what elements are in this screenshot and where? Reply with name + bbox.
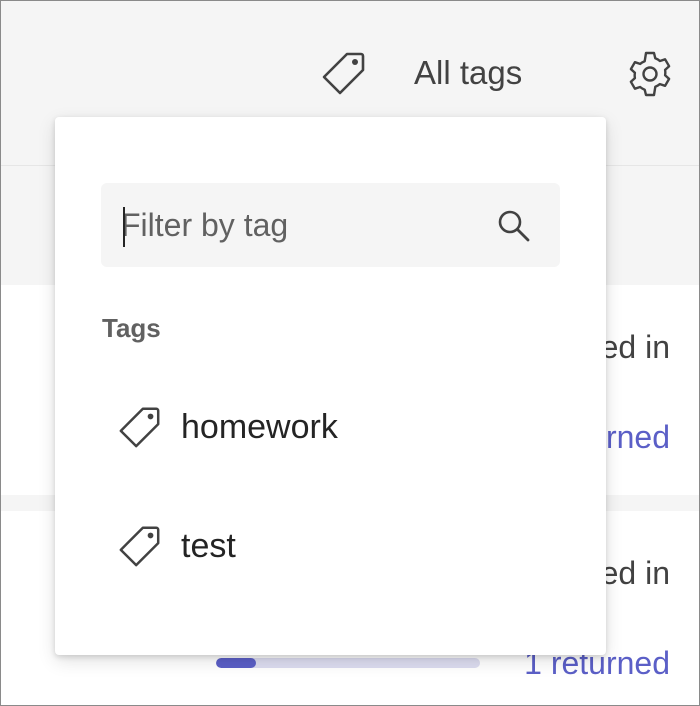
tag-filter-dropdown: Tags homework test <box>55 117 606 655</box>
text-caret <box>123 207 125 247</box>
tag-option-label: test <box>181 526 236 565</box>
progress-bar <box>216 658 480 668</box>
progress-fill <box>216 658 256 668</box>
tag-option-label: homework <box>181 407 338 446</box>
tag-icon <box>322 52 365 95</box>
filter-input[interactable] <box>121 183 481 267</box>
search-icon[interactable] <box>495 207 533 245</box>
assignment-status: ed in <box>600 555 670 591</box>
filter-box[interactable] <box>101 183 560 267</box>
gear-icon[interactable] <box>624 48 676 100</box>
all-tags-label: All tags <box>414 54 523 91</box>
tag-option-test[interactable]: test <box>75 506 586 586</box>
assignment-status: ed in <box>600 329 670 365</box>
returned-link[interactable]: rned <box>606 419 670 456</box>
tag-option-homework[interactable]: homework <box>75 387 586 467</box>
tags-section-heading: Tags <box>102 313 161 343</box>
tag-icon <box>119 526 160 567</box>
tag-icon <box>119 407 160 448</box>
all-tags-button[interactable]: All tags <box>320 45 522 101</box>
